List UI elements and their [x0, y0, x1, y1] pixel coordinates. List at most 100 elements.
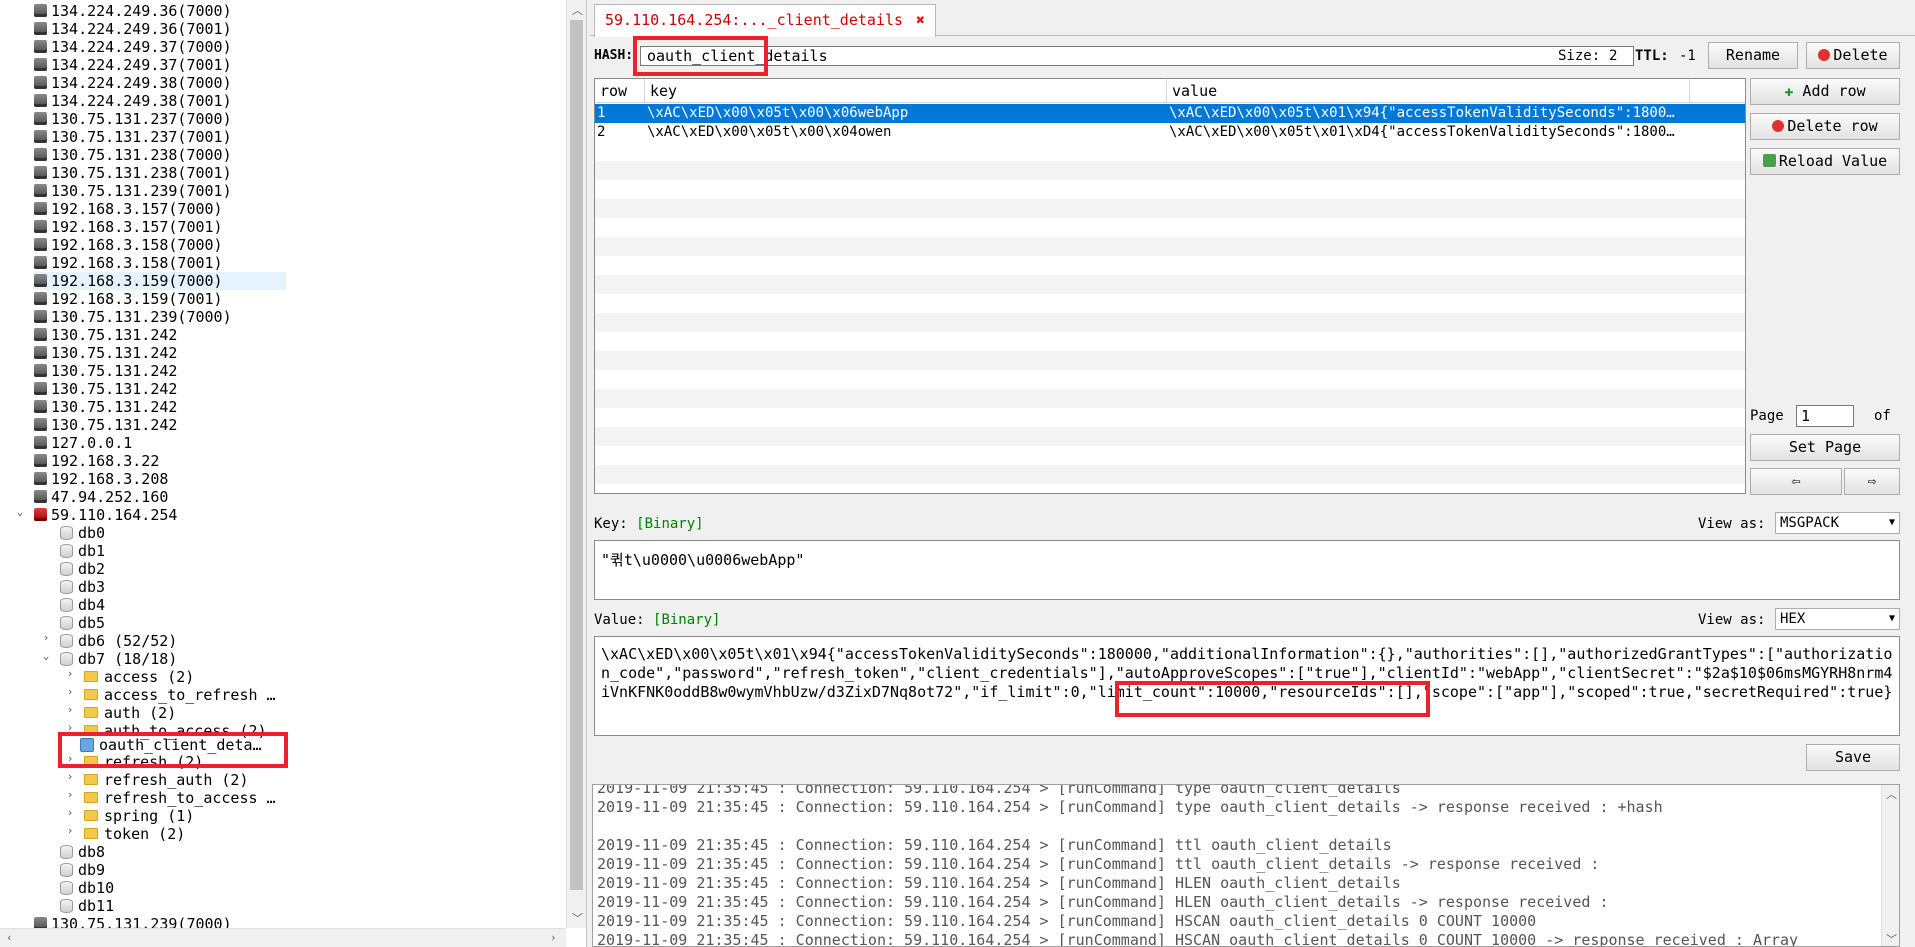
- tree-db[interactable]: db3: [60, 578, 105, 596]
- delete-key-button[interactable]: Delete: [1806, 42, 1900, 69]
- chevron-right-icon[interactable]: ›: [64, 752, 76, 765]
- scroll-left-icon[interactable]: ‹: [6, 931, 13, 944]
- column-header-key[interactable]: key: [645, 79, 1167, 103]
- tree-db[interactable]: db4: [60, 596, 105, 614]
- tree-server-connected[interactable]: 59.110.164.254: [34, 506, 177, 524]
- key-name-input[interactable]: oauth_client_details: [640, 46, 1634, 66]
- database-icon: [60, 526, 73, 540]
- tree-server[interactable]: 192.168.3.158(7001): [34, 254, 223, 272]
- tree-folder[interactable]: refresh_auth (2): [84, 771, 249, 789]
- tree-server[interactable]: 192.168.3.22: [34, 452, 159, 470]
- value-view-as-select[interactable]: HEX ▼: [1775, 608, 1900, 630]
- add-row-button[interactable]: ✚ Add row: [1750, 78, 1900, 105]
- tree-horizontal-scrollbar[interactable]: ‹ ›: [0, 928, 566, 947]
- table-row[interactable]: 2 \xAC\xED\x00\x05t\x00\x04owen \xAC\xED\x…: [595, 123, 1745, 142]
- tree-db[interactable]: db8: [60, 843, 105, 861]
- scroll-thumb[interactable]: [570, 20, 583, 890]
- log-vertical-scrollbar[interactable]: ︿ ﹀: [1881, 785, 1899, 946]
- tree-folder[interactable]: refresh_to_access …: [84, 789, 276, 807]
- next-page-button[interactable]: ⇨: [1844, 468, 1900, 495]
- log-line: 2019-11-09 21:35:45 : Connection: 59.110…: [597, 874, 1401, 892]
- tab-key-details[interactable]: 59.110.164.254:..._client_details ✖: [594, 4, 937, 37]
- tree-db[interactable]: db11: [60, 897, 114, 915]
- chevron-right-icon[interactable]: ›: [64, 824, 76, 837]
- tree-db[interactable]: db2: [60, 560, 105, 578]
- tree-db[interactable]: db1: [60, 542, 105, 560]
- tree-server[interactable]: 130.75.131.239(7001): [34, 182, 232, 200]
- tree-db[interactable]: db10: [60, 879, 114, 897]
- tree-server[interactable]: 192.168.3.159(7000): [34, 272, 286, 290]
- tree-server[interactable]: 127.0.0.1: [34, 434, 132, 452]
- tree-server[interactable]: 192.168.3.157(7000): [34, 200, 223, 218]
- tree-server[interactable]: 130.75.131.242: [34, 344, 177, 362]
- page-input[interactable]: 1: [1796, 405, 1854, 427]
- tree-server[interactable]: 134.224.249.37(7001): [34, 56, 232, 74]
- table-row[interactable]: 1 \xAC\xED\x00\x05t\x00\x06webApp \xAC\xED…: [595, 104, 1745, 123]
- scroll-up-icon[interactable]: ︿: [1886, 786, 1897, 802]
- tree-server[interactable]: 130.75.131.242: [34, 380, 177, 398]
- tree-folder[interactable]: spring (1): [84, 807, 194, 825]
- tree-server[interactable]: 192.168.3.208: [34, 470, 168, 488]
- tree-server[interactable]: 130.75.131.242: [34, 398, 177, 416]
- tree-server[interactable]: 192.168.3.159(7001): [34, 290, 223, 308]
- tree-server[interactable]: 130.75.131.238(7000): [34, 146, 232, 164]
- reload-value-button[interactable]: Reload Value: [1750, 148, 1900, 175]
- save-button[interactable]: Save: [1806, 744, 1900, 771]
- tree-folder[interactable]: token (2): [84, 825, 185, 843]
- column-header-value[interactable]: value: [1167, 79, 1690, 103]
- tree-vertical-scrollbar[interactable]: ︿ ﹀: [566, 0, 586, 928]
- tree-db[interactable]: db9: [60, 861, 105, 879]
- chevron-down-icon[interactable]: ⌄: [40, 649, 52, 662]
- tree-folder[interactable]: access_to_refresh …: [84, 686, 276, 704]
- chevron-down-icon[interactable]: ⌄: [14, 505, 26, 518]
- tree-server[interactable]: 47.94.252.160: [34, 488, 168, 506]
- chevron-right-icon[interactable]: ›: [64, 703, 76, 716]
- tree-server[interactable]: 134.224.249.38(7000): [34, 74, 232, 92]
- key-content-view[interactable]: "퀶t\u0000\u0006webApp": [594, 540, 1900, 600]
- tree-folder[interactable]: auth (2): [84, 704, 176, 722]
- tree-server[interactable]: 134.224.249.38(7001): [34, 92, 232, 110]
- chevron-right-icon[interactable]: ›: [64, 788, 76, 801]
- chevron-right-icon[interactable]: ›: [64, 770, 76, 783]
- chevron-right-icon[interactable]: ›: [64, 806, 76, 819]
- prev-page-button[interactable]: ⇦: [1750, 468, 1842, 495]
- key-view-as-select[interactable]: MSGPACK ▼: [1775, 512, 1900, 534]
- tree-item-label: db11: [78, 897, 115, 915]
- tree-db[interactable]: db7 (18/18): [60, 650, 177, 668]
- tree-server[interactable]: 134.224.249.36(7001): [34, 20, 232, 38]
- tree-server[interactable]: 192.168.3.158(7000): [34, 236, 223, 254]
- tree-server[interactable]: 134.224.249.36(7000): [34, 2, 232, 20]
- tree-server[interactable]: 130.75.131.242: [34, 362, 177, 380]
- tree-server[interactable]: 130.75.131.237(7000): [34, 110, 232, 128]
- tree-folder[interactable]: refresh (2): [84, 753, 203, 771]
- tree-server[interactable]: 130.75.131.242: [34, 416, 177, 434]
- tree-server[interactable]: 130.75.131.239(7000): [34, 308, 232, 326]
- chevron-right-icon[interactable]: ›: [64, 685, 76, 698]
- tree-db[interactable]: db6 (52/52): [60, 632, 177, 650]
- hash-table[interactable]: row key value 1 \xAC\xED\x00\x05t\x00\x06…: [594, 78, 1746, 494]
- console-log[interactable]: 2019-11-09 21:35:45 : Connection: 59.110…: [592, 784, 1900, 947]
- chevron-right-icon[interactable]: ›: [40, 631, 52, 644]
- tree-key-selected[interactable]: oauth_client_deta…: [80, 736, 262, 754]
- tree-db[interactable]: db5: [60, 614, 105, 632]
- tree-server[interactable]: 130.75.131.238(7001): [34, 164, 232, 182]
- scroll-right-icon[interactable]: ›: [550, 931, 557, 944]
- column-header-row[interactable]: row: [595, 79, 645, 103]
- value-view-as-label: View as:: [1698, 612, 1766, 628]
- tree-server[interactable]: 130.75.131.237(7001): [34, 128, 232, 146]
- tree-folder[interactable]: access (2): [84, 668, 194, 686]
- chevron-right-icon[interactable]: ›: [64, 667, 76, 680]
- tree-server[interactable]: 192.168.3.157(7001): [34, 218, 223, 236]
- scroll-down-icon[interactable]: ﹀: [1886, 931, 1897, 946]
- scroll-down-icon[interactable]: ﹀: [572, 910, 583, 926]
- rename-button[interactable]: Rename: [1708, 42, 1798, 69]
- tree-db[interactable]: db0: [60, 524, 105, 542]
- tree-server[interactable]: 134.224.249.37(7000): [34, 38, 232, 56]
- set-page-button[interactable]: Set Page: [1750, 434, 1900, 461]
- scroll-up-icon[interactable]: ︿: [572, 2, 583, 18]
- chevron-right-icon[interactable]: ›: [64, 721, 76, 734]
- tree-server[interactable]: 130.75.131.242: [34, 326, 177, 344]
- delete-row-button[interactable]: Delete row: [1750, 113, 1900, 140]
- close-tab-icon[interactable]: ✖: [916, 11, 925, 29]
- value-content-view[interactable]: \xAC\xED\x00\x05t\x01\x94{"accessTokenVa…: [594, 636, 1900, 736]
